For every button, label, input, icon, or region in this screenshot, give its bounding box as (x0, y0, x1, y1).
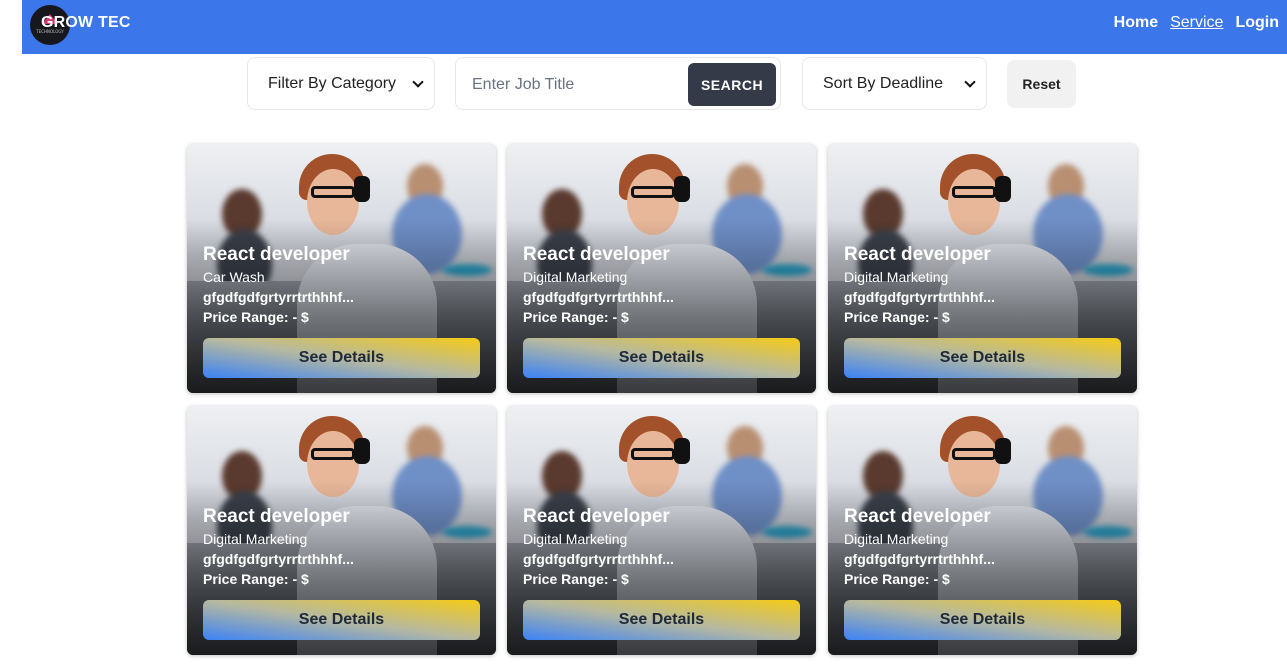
job-title-search-input[interactable] (470, 68, 684, 102)
job-description: gfgdfgdfgrtyrrtrthhhf... (203, 551, 354, 567)
job-title: React developer (844, 506, 991, 527)
search-button[interactable]: SEARCH (688, 63, 776, 106)
job-title: React developer (203, 244, 350, 265)
job-card-content: React developer Digital Marketing gfgdfg… (523, 506, 800, 589)
job-category: Digital Marketing (203, 531, 308, 547)
navbar: TECHNOLOGY GROW TEC Home Service Login (22, 0, 1287, 54)
job-card-content: React developer Digital Marketing gfgdfg… (523, 244, 800, 327)
job-category: Car Wash (203, 269, 265, 285)
job-category: Digital Marketing (844, 531, 949, 547)
category-filter-label: Filter By Category (268, 74, 397, 92)
see-details-button[interactable]: See Details (203, 600, 480, 640)
job-description: gfgdfgdfgrtyrrtrthhhf... (844, 551, 995, 567)
job-card: React developer Digital Marketing gfgdfg… (187, 406, 496, 655)
job-description: gfgdfgdfgrtyrrtrthhhf... (844, 289, 995, 305)
job-card-content: React developer Digital Marketing gfgdfg… (844, 244, 1121, 327)
job-category: Digital Marketing (523, 531, 628, 547)
nav-links: Home Service Login (1114, 14, 1279, 32)
job-price-range: Price Range: - $ (203, 309, 309, 325)
job-title: React developer (844, 244, 991, 265)
job-card: React developer Digital Marketing gfgdfg… (507, 144, 816, 393)
job-description: gfgdfgdfgrtyrrtrthhhf... (523, 551, 674, 567)
job-price-range: Price Range: - $ (523, 571, 629, 587)
search-box: SEARCH (455, 57, 781, 110)
see-details-button[interactable]: See Details (203, 338, 480, 378)
chevron-down-icon (964, 75, 976, 88)
category-filter-select[interactable]: Filter By Category (247, 57, 435, 110)
nav-service-link[interactable]: Service (1170, 14, 1223, 32)
job-description: gfgdfgdfgrtyrrtrthhhf... (203, 289, 354, 305)
reset-button[interactable]: Reset (1007, 60, 1076, 108)
job-card: React developer Digital Marketing gfgdfg… (828, 144, 1137, 393)
see-details-button[interactable]: See Details (523, 600, 800, 640)
nav-login-link[interactable]: Login (1235, 14, 1279, 32)
job-card: React developer Digital Marketing gfgdfg… (828, 406, 1137, 655)
filter-bar: Filter By Category SEARCH Sort By Deadli… (0, 56, 1287, 116)
job-price-range: Price Range: - $ (844, 309, 950, 325)
job-card-content: React developer Digital Marketing gfgdfg… (844, 506, 1121, 589)
job-price-range: Price Range: - $ (523, 309, 629, 325)
job-category: Digital Marketing (523, 269, 628, 285)
sort-deadline-select[interactable]: Sort By Deadline (802, 57, 987, 110)
sort-deadline-label: Sort By Deadline (823, 74, 944, 92)
job-card-content: React developer Car Wash gfgdfgdfgrtyrrt… (203, 244, 480, 327)
job-title: React developer (523, 244, 670, 265)
job-card-content: React developer Digital Marketing gfgdfg… (203, 506, 480, 589)
see-details-button[interactable]: See Details (844, 338, 1121, 378)
job-card: React developer Car Wash gfgdfgdfgrtyrrt… (187, 144, 496, 393)
job-card: React developer Digital Marketing gfgdfg… (507, 406, 816, 655)
see-details-button[interactable]: See Details (523, 338, 800, 378)
job-category: Digital Marketing (844, 269, 949, 285)
job-price-range: Price Range: - $ (844, 571, 950, 587)
job-title: React developer (523, 506, 670, 527)
nav-home-link[interactable]: Home (1114, 14, 1158, 32)
chevron-down-icon (412, 75, 424, 88)
see-details-button[interactable]: See Details (844, 600, 1121, 640)
job-description: gfgdfgdfgrtyrrtrthhhf... (523, 289, 674, 305)
job-price-range: Price Range: - $ (203, 571, 309, 587)
job-title: React developer (203, 506, 350, 527)
brand-name[interactable]: GROW TEC (41, 14, 131, 32)
